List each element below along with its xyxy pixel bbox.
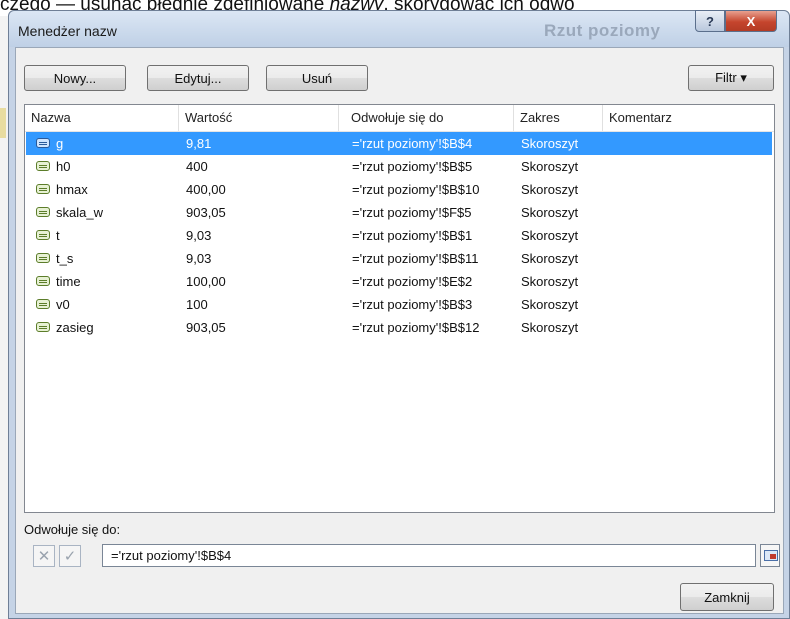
cell-scope: Skoroszyt <box>521 320 579 335</box>
named-range-icon <box>36 276 50 286</box>
cell-scope: Skoroszyt <box>521 182 579 197</box>
background-highlight <box>0 108 6 138</box>
list-header: Nazwa Wartość Odwołuje się do Zakres Kom… <box>25 105 774 132</box>
cell-refers-to: ='rzut poziomy'!$B$1 <box>352 228 473 243</box>
help-button[interactable]: ? <box>695 10 725 32</box>
cell-name: hmax <box>56 182 88 197</box>
named-range-icon <box>36 207 50 217</box>
cell-name: t_s <box>56 251 74 266</box>
cell-name: zasieg <box>56 320 94 335</box>
cell-name: h0 <box>56 159 71 174</box>
close-button[interactable]: Zamknij <box>680 583 774 611</box>
refers-to-label: Odwołuje się do: <box>24 522 121 537</box>
delete-button[interactable]: Usuń <box>266 65 368 91</box>
named-range-icon <box>36 299 50 309</box>
cell-scope: Skoroszyt <box>521 228 579 243</box>
cell-name: v0 <box>56 297 70 312</box>
table-row[interactable]: skala_w 903,05 ='rzut poziomy'!$F$5 Skorosz… <box>26 201 772 224</box>
cell-refers-to: ='rzut poziomy'!$B$4 <box>352 136 473 151</box>
cell-scope: Skoroszyt <box>521 159 579 174</box>
table-row[interactable]: zasieg 903,05 ='rzut poziomy'!$B$12 Skorosz… <box>26 316 772 339</box>
column-header-comment[interactable]: Komentarz <box>603 105 774 131</box>
table-row[interactable]: h0 400 ='rzut poziomy'!$B$5 Skoroszyt <box>26 155 772 178</box>
dialog-title: Menedżer nazw <box>18 23 117 39</box>
table-row[interactable]: hmax 400,00 ='rzut poziomy'!$B$10 Skoroszyt <box>26 178 772 201</box>
cancel-edit-button[interactable]: ✕ <box>33 545 55 567</box>
background-window-title: Rzut poziomy <box>544 21 661 40</box>
title-bar[interactable]: Menedżer nazw Rzut poziomy ? X <box>9 10 789 47</box>
close-icon: X <box>746 13 756 29</box>
edit-button[interactable]: Edytuj... <box>147 65 249 91</box>
table-row[interactable]: v0 100 ='rzut poziomy'!$B$3 Skoroszyt <box>26 293 772 316</box>
named-range-icon <box>36 253 50 263</box>
cell-scope: Skoroszyt <box>521 274 579 289</box>
named-range-icon <box>36 322 50 332</box>
table-row[interactable]: t 9,03 ='rzut poziomy'!$B$1 Skoroszyt <box>26 224 772 247</box>
cell-value: 903,05 <box>186 205 226 220</box>
cell-scope: Skoroszyt <box>521 251 579 266</box>
cell-name: time <box>56 274 81 289</box>
name-manager-dialog: Menedżer nazw Rzut poziomy ? X Nowy... E… <box>8 10 790 619</box>
help-icon: ? <box>706 13 714 29</box>
cell-scope: Skoroszyt <box>521 136 579 151</box>
cell-value: 400 <box>186 159 208 174</box>
column-header-value[interactable]: Wartość <box>179 105 339 131</box>
cell-refers-to: ='rzut poziomy'!$B$12 <box>352 320 480 335</box>
cell-name: t <box>56 228 60 243</box>
cell-value: 100,00 <box>186 274 226 289</box>
column-header-refers-to[interactable]: Odwołuje się do <box>345 105 514 131</box>
named-range-icon <box>36 184 50 194</box>
cell-refers-to: ='rzut poziomy'!$B$10 <box>352 182 480 197</box>
cell-value: 9,03 <box>186 251 212 266</box>
filter-button[interactable]: Filtr ▾ <box>688 65 774 91</box>
cell-name: g <box>56 136 64 151</box>
names-list[interactable]: Nazwa Wartość Odwołuje się do Zakres Kom… <box>24 104 775 513</box>
check-icon: ✓ <box>63 548 77 565</box>
column-header-name[interactable]: Nazwa <box>25 105 179 131</box>
table-row[interactable]: t_s 9,03 ='rzut poziomy'!$B$11 Skoroszyt <box>26 247 772 270</box>
confirm-edit-button[interactable]: ✓ <box>59 545 81 567</box>
named-range-icon <box>36 161 50 171</box>
new-button[interactable]: Nowy... <box>24 65 126 91</box>
collapse-dialog-button[interactable] <box>760 544 780 567</box>
table-row[interactable]: g 9,81 ='rzut poziomy'!$B$4 Skoroszyt <box>26 132 772 155</box>
cell-value: 100 <box>186 297 208 312</box>
cross-icon: ✕ <box>37 548 51 565</box>
cell-refers-to: ='rzut poziomy'!$E$2 <box>352 274 473 289</box>
column-header-scope[interactable]: Zakres <box>514 105 603 131</box>
cell-name: skala_w <box>56 205 103 220</box>
cell-refers-to: ='rzut poziomy'!$B$3 <box>352 297 473 312</box>
cell-scope: Skoroszyt <box>521 205 579 220</box>
named-range-icon <box>36 138 50 148</box>
named-range-icon <box>36 230 50 240</box>
cell-value: 400,00 <box>186 182 226 197</box>
cell-value: 903,05 <box>186 320 226 335</box>
cell-refers-to: ='rzut poziomy'!$F$5 <box>352 205 472 220</box>
cell-value: 9,03 <box>186 228 212 243</box>
table-row[interactable]: time 100,00 ='rzut poziomy'!$E$2 Skoroszyt <box>26 270 772 293</box>
close-window-button[interactable]: X <box>725 10 777 32</box>
dialog-body: Nowy... Edytuj... Usuń Filtr ▾ Nazwa War… <box>15 47 784 614</box>
cell-refers-to: ='rzut poziomy'!$B$5 <box>352 159 473 174</box>
cell-value: 9,81 <box>186 136 212 151</box>
cell-scope: Skoroszyt <box>521 297 579 312</box>
refers-to-input[interactable]: ='rzut poziomy'!$B$4 <box>102 544 756 567</box>
cell-refers-to: ='rzut poziomy'!$B$11 <box>352 251 479 266</box>
